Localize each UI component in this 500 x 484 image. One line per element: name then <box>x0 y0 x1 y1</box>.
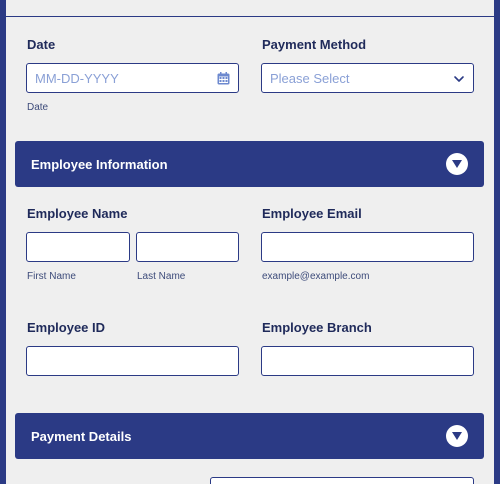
first-name-sublabel: First Name <box>27 271 76 282</box>
employee-info-title: Employee Information <box>31 157 168 172</box>
date-sublabel: Date <box>27 102 49 113</box>
collapse-icon[interactable] <box>446 425 468 447</box>
payment-details-section-header[interactable]: Payment Details <box>15 413 484 459</box>
triangle-down-icon <box>452 432 462 440</box>
triangle-down-icon <box>452 160 462 168</box>
date-input[interactable]: MM-DD-YYYY <box>26 63 239 93</box>
top-divider <box>6 16 494 17</box>
chevron-down-icon <box>454 76 464 82</box>
employee-email-sublabel: example@example.com <box>262 271 370 282</box>
date-placeholder: MM-DD-YYYY <box>35 71 119 86</box>
employee-info-section-header[interactable]: Employee Information <box>15 141 484 187</box>
first-name-input[interactable] <box>26 232 130 262</box>
payment-details-title: Payment Details <box>31 429 132 444</box>
payment-method-select[interactable]: Please Select <box>261 63 474 93</box>
employee-branch-input[interactable] <box>261 346 474 376</box>
collapse-icon[interactable] <box>446 153 468 175</box>
date-label: Date <box>27 37 56 52</box>
form-card: Date MM-DD-YYYY Date Payment Method Plea… <box>6 0 494 484</box>
employee-id-label: Employee ID <box>27 320 106 335</box>
employee-email-input[interactable] <box>261 232 474 262</box>
payment-method-value: Please Select <box>270 71 350 86</box>
payment-method-label: Payment Method <box>262 37 367 52</box>
employee-branch-label: Employee Branch <box>262 320 372 335</box>
employee-id-input[interactable] <box>26 346 239 376</box>
payment-details-input[interactable] <box>210 477 474 484</box>
employee-name-label: Employee Name <box>27 206 128 221</box>
employee-email-label: Employee Email <box>262 206 362 221</box>
last-name-input[interactable] <box>136 232 239 262</box>
calendar-icon[interactable] <box>217 72 230 85</box>
last-name-sublabel: Last Name <box>137 271 186 282</box>
